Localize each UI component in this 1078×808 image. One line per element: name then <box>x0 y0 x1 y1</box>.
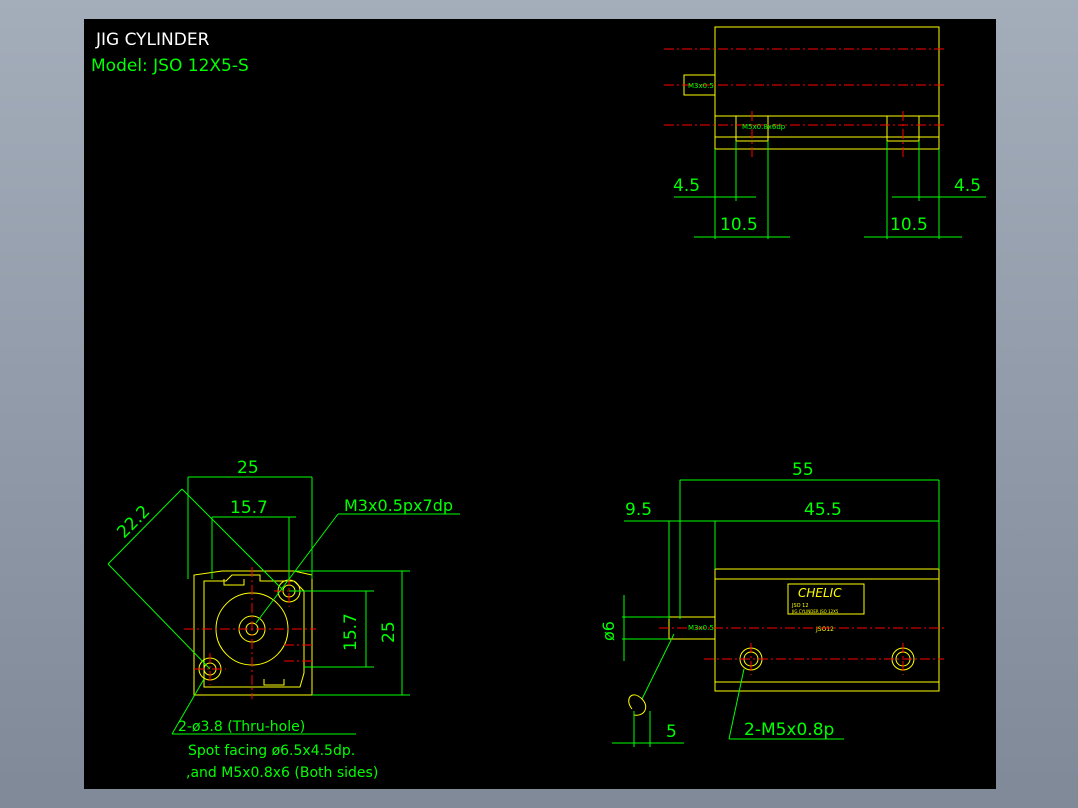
model-label: Model: JSO 12X5-S <box>91 56 249 76</box>
cad-drawing: JIG CYLINDER Model: JSO 12X5-S M3x0.5 M5… <box>91 26 986 781</box>
dim-side-rod-dia: ø6 <box>599 621 618 641</box>
dim-top-right-wide: 10.5 <box>890 215 928 235</box>
dim-top-left-wide: 10.5 <box>720 215 758 235</box>
dim-side-total: 55 <box>792 460 814 480</box>
dim-side-rod: 9.5 <box>625 500 652 520</box>
dim-front-vert-offset: 15.7 <box>341 613 361 651</box>
dim-top-left-small: 4.5 <box>673 176 700 196</box>
top-view: M3x0.5 M5x0.8x6dp 4.5 4.5 10.5 10.5 <box>664 26 986 239</box>
dim-front-width: 25 <box>237 458 259 478</box>
front-spot-note: Spot facing ø6.5x4.5dp. <box>188 743 355 759</box>
dim-front-offset: 15.7 <box>230 498 268 518</box>
dim-side-body: 45.5 <box>804 500 842 520</box>
side-plate-line2: JIG CYLINDER JSO 12X5 <box>791 609 839 614</box>
side-rod-end-detail <box>628 694 647 716</box>
front-thread-note: ,and M5x0.8x6 (Both sides) <box>186 765 378 781</box>
dim-front-diagonal: 22.2 <box>113 502 154 543</box>
drawing-canvas[interactable]: JIG CYLINDER Model: JSO 12X5-S M3x0.5 M5… <box>84 19 996 789</box>
side-view: CHELIC JSO 12 JIG CYLINDER JSO 12X5 JSO1… <box>599 460 944 747</box>
side-brand: CHELIC <box>798 586 842 600</box>
drawing-title: JIG CYLINDER <box>95 30 210 50</box>
top-mount-label: M5x0.8x6dp <box>742 123 786 131</box>
top-port-label: M3x0.5 <box>688 82 714 90</box>
side-port-label: M3x0.5 <box>688 624 714 632</box>
side-thread-note: 2-M5x0.8p <box>744 720 834 740</box>
dim-top-right-small: 4.5 <box>954 176 981 196</box>
front-view: 25 15.7 22.2 15.7 25 M3x0.5px7dp 2-ø3.8 … <box>107 458 460 781</box>
front-port-note: M3x0.5px7dp <box>344 496 453 515</box>
front-body-outline <box>193 570 313 696</box>
side-series: JSO12 <box>815 626 834 633</box>
front-hole-note: 2-ø3.8 (Thru-hole) <box>178 719 305 735</box>
dim-front-height: 25 <box>379 621 399 643</box>
dim-side-rod-end: 5 <box>666 722 677 742</box>
